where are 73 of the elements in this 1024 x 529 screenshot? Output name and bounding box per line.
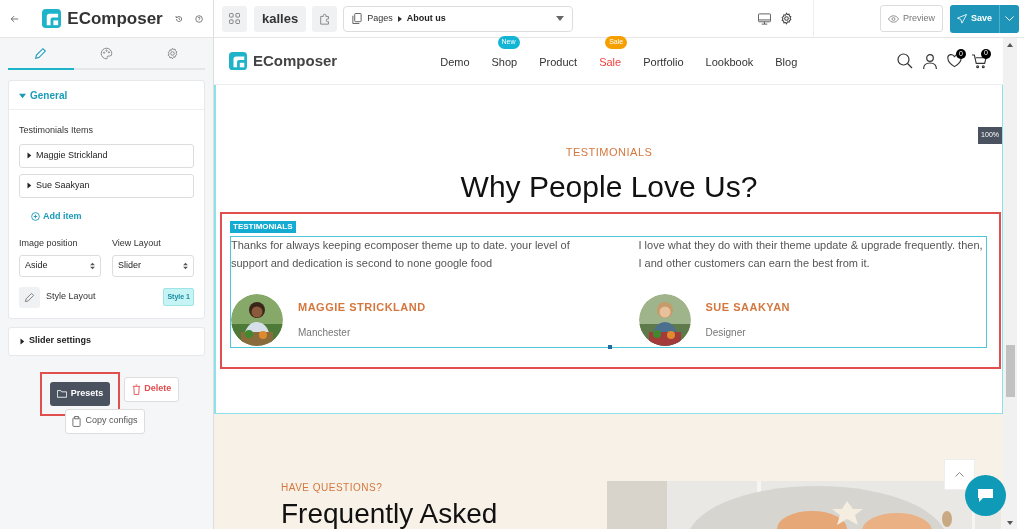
heart-icon[interactable] (947, 54, 962, 68)
settings-icon (165, 46, 179, 60)
user-icon[interactable] (923, 53, 937, 69)
puzzle-icon[interactable] (312, 5, 338, 32)
folder-icon (56, 389, 67, 398)
trash-icon (132, 383, 142, 395)
presets-button[interactable]: Presets (49, 381, 111, 406)
scrollbar-thumb[interactable] (1005, 345, 1015, 397)
pencil-icon[interactable] (19, 286, 40, 308)
scroll-down-icon[interactable] (1007, 521, 1013, 525)
updown-icon (183, 261, 188, 270)
chevron-up-icon (955, 472, 964, 477)
nav-link[interactable]: Portfolio (643, 56, 684, 68)
brand-name: EComposer (67, 7, 163, 30)
pages-icon (352, 13, 363, 24)
eye-icon (887, 14, 899, 23)
field-label: Image position (19, 237, 79, 250)
nav-link[interactable]: Sale (599, 56, 622, 68)
page-select[interactable]: Pages About us (343, 5, 574, 32)
author-name: MAGGIE STRICKLAND (298, 300, 426, 316)
resize-handle[interactable] (608, 344, 612, 349)
nav-link[interactable]: Blog (775, 56, 798, 68)
select-field[interactable]: Aside (19, 254, 101, 277)
preview-button[interactable]: Preview (879, 5, 943, 32)
caret-icon (26, 152, 32, 159)
send-icon (956, 13, 967, 24)
palette-icon (100, 46, 113, 60)
nav-link[interactable]: Demo (440, 56, 470, 68)
updown-icon (90, 261, 95, 270)
author-role: Designer (705, 325, 747, 340)
element-tag: TESTIMONIALS (230, 220, 296, 233)
chevron-down-icon (1005, 15, 1014, 22)
section-header[interactable]: Slider settings (8, 326, 205, 356)
field-label: Testimonials Items (19, 124, 95, 137)
select-field[interactable]: Slider (112, 254, 194, 277)
caret-icon (26, 182, 32, 189)
section-heading: Why People Love Us? (460, 168, 758, 205)
delete-button[interactable]: Delete (124, 376, 180, 402)
copy-configs-button[interactable]: Copy configs (65, 408, 145, 434)
clipboard-icon (72, 415, 82, 427)
testimonial-quote: Thanks for always keeping ecomposer theme up to date. your level of support and dedication is second to none google food (231, 237, 571, 271)
store-logo-text: EComposer (253, 50, 338, 71)
field-label: Style Layout (46, 290, 96, 304)
apps-grid-icon[interactable] (222, 5, 247, 32)
scrollbar[interactable] (1003, 38, 1017, 529)
section-eyebrow: HAVE QUESTIONS? (281, 481, 384, 495)
logo-icon (229, 52, 247, 70)
caret-icon (397, 15, 402, 22)
settings-icon[interactable] (779, 12, 793, 25)
nav-link[interactable]: Product (539, 56, 578, 68)
desktop-icon[interactable] (757, 12, 771, 25)
section-eyebrow: TESTIMONIALS (565, 145, 653, 160)
testimonial-item[interactable]: Maggie Strickland (19, 143, 194, 168)
caret-icon (19, 91, 26, 99)
chat-icon (977, 488, 994, 503)
nav-link[interactable]: Shop (491, 56, 518, 68)
section-heading: Frequently Asked (281, 499, 498, 529)
pencil-icon (34, 46, 48, 60)
search-icon[interactable] (897, 53, 913, 69)
plus-circle-icon (31, 211, 40, 221)
caret-icon (19, 337, 25, 345)
testimonial-quote: I love what they do with their theme update & upgrade frequently. then, I and other customers can earn the best from it. (638, 237, 984, 271)
store-button[interactable]: kalles (254, 5, 307, 32)
dropdown-caret-icon (556, 16, 565, 21)
scroll-up-icon[interactable] (1007, 43, 1013, 47)
author-name: SUE SAAKYAN (705, 300, 791, 316)
logo-icon (42, 9, 62, 28)
nav-link[interactable]: Lookbook (705, 56, 754, 68)
cart-icon[interactable] (972, 53, 987, 69)
testimonial-item[interactable]: Sue Saakyan (19, 173, 194, 198)
field-label: View Layout (112, 237, 162, 250)
scroll-top-button[interactable] (944, 459, 975, 490)
author-role: Manchester (298, 325, 352, 340)
